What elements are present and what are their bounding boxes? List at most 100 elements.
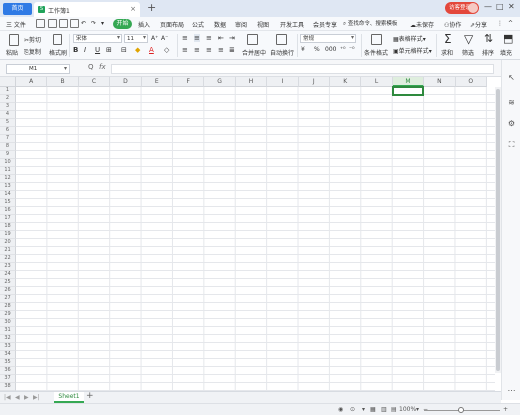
menu-tab-home[interactable]: 开始 <box>113 19 132 29</box>
normal-view-icon[interactable]: ▦ <box>370 406 376 413</box>
column-header[interactable]: K <box>330 77 362 87</box>
first-sheet-icon[interactable]: |◀ <box>4 394 11 401</box>
row-header[interactable]: 7 <box>0 135 16 143</box>
sum-button[interactable]: 求和 <box>441 48 453 57</box>
paste-icon[interactable] <box>9 34 19 46</box>
column-header[interactable]: B <box>47 77 79 87</box>
eye-protection-icon[interactable]: ◉ <box>338 406 343 413</box>
page-layout-view-icon[interactable]: ▥ <box>381 406 387 413</box>
row-header[interactable]: 38 <box>0 383 16 391</box>
select-all-corner[interactable] <box>0 77 16 87</box>
justify-icon[interactable]: ≡ <box>218 46 224 54</box>
row-header[interactable]: 3 <box>0 103 16 111</box>
font-size-select[interactable]: 11 <box>124 34 148 43</box>
align-bottom-icon[interactable]: ≡ <box>206 34 212 42</box>
row-header[interactable]: 12 <box>0 175 16 183</box>
row-header[interactable]: 31 <box>0 327 16 335</box>
row-header[interactable]: 37 <box>0 375 16 383</box>
format-painter-button[interactable]: 格式刷 <box>49 48 67 57</box>
decimal-increase-icon[interactable]: ⁺⁰ <box>340 46 346 53</box>
new-tab-button[interactable]: + <box>147 1 156 14</box>
menu-tab-member[interactable]: 会员专享 <box>313 20 337 29</box>
row-header[interactable]: 32 <box>0 335 16 343</box>
row-header[interactable]: 22 <box>0 255 16 263</box>
row-header[interactable]: 11 <box>0 167 16 175</box>
backup-icon[interactable]: ⛶ <box>507 140 516 149</box>
zoom-in-button[interactable]: + <box>503 406 508 413</box>
menu-tab-insert[interactable]: 插入 <box>138 20 150 29</box>
row-header[interactable]: 16 <box>0 207 16 215</box>
export-icon[interactable] <box>48 19 57 28</box>
underline-button[interactable]: U <box>95 46 100 54</box>
row-header[interactable]: 19 <box>0 231 16 239</box>
format-painter-icon[interactable] <box>53 34 62 45</box>
save-icon[interactable] <box>36 19 45 28</box>
file-menu[interactable]: 三 文件 <box>6 20 26 29</box>
cell-style-button[interactable]: ▣单元格样式▾ <box>393 46 432 55</box>
currency-button[interactable]: ¥ <box>301 46 305 53</box>
document-tab[interactable]: S 工作簿1 × <box>34 2 140 17</box>
align-right-icon[interactable]: ≡ <box>206 46 212 54</box>
row-header[interactable]: 35 <box>0 359 16 367</box>
row-header[interactable]: 8 <box>0 143 16 151</box>
name-box[interactable]: M1 <box>6 64 70 74</box>
font-name-select[interactable]: 宋体 <box>73 34 122 43</box>
zoom-level[interactable]: 100% <box>399 406 416 413</box>
expand-panel-icon[interactable]: ⋯ <box>507 386 516 395</box>
column-header[interactable]: A <box>16 77 48 87</box>
row-header[interactable]: 18 <box>0 223 16 231</box>
menu-tab-page-layout[interactable]: 页面布局 <box>160 20 184 29</box>
collapse-ribbon-icon[interactable]: ^ <box>508 20 513 27</box>
row-header[interactable]: 5 <box>0 119 16 127</box>
insert-function-button[interactable]: fx <box>99 63 106 71</box>
zoom-slider-handle[interactable] <box>458 407 464 413</box>
row-header[interactable]: 28 <box>0 303 16 311</box>
row-header[interactable]: 30 <box>0 319 16 327</box>
cell-area[interactable] <box>16 87 495 391</box>
fill-color-icon[interactable]: ◆ <box>135 46 140 54</box>
row-header[interactable]: 20 <box>0 239 16 247</box>
share-button[interactable]: ⇗分享 <box>470 20 487 29</box>
spreadsheet-grid[interactable]: ABCDEFGHIJKLMNO 1 2 3 4 5 6 7 8 9 10 11 12 13 14 15 16 1… <box>0 77 495 391</box>
percent-button[interactable]: % <box>314 46 320 53</box>
row-header[interactable]: 9 <box>0 151 16 159</box>
column-header[interactable]: J <box>298 77 330 87</box>
paste-button[interactable]: 粘贴 <box>6 48 18 57</box>
merge-center-button[interactable]: 合并居中 <box>242 48 266 57</box>
merge-center-icon[interactable] <box>247 34 258 45</box>
filter-button[interactable]: 筛选 <box>462 48 474 57</box>
next-sheet-icon[interactable]: ▶ <box>24 394 29 401</box>
select-pointer-icon[interactable]: ↖ <box>507 73 516 82</box>
property-panel-icon[interactable]: ≋ <box>507 98 516 107</box>
column-header[interactable]: H <box>235 77 268 87</box>
maximize-icon[interactable]: □ <box>496 2 504 11</box>
undo-icon[interactable]: ↶ <box>81 20 86 27</box>
align-middle-icon[interactable]: ≡ <box>194 34 200 42</box>
row-header[interactable]: 1 <box>0 87 16 95</box>
align-top-icon[interactable]: ≡ <box>182 34 188 42</box>
distribute-icon[interactable]: ≣ <box>229 46 235 54</box>
table-style-button[interactable]: ▦表格样式▾ <box>393 34 426 43</box>
command-search[interactable]: ⌕ 查找命令、搜索模板 <box>343 19 403 29</box>
row-header[interactable]: 25 <box>0 279 16 287</box>
redo-icon[interactable]: ↷ <box>91 20 96 27</box>
row-header[interactable]: 29 <box>0 311 16 319</box>
page-break-view-icon[interactable]: ▤ <box>391 406 397 413</box>
column-header[interactable]: F <box>173 77 205 87</box>
zoom-dropdown-icon[interactable]: ▾ <box>416 406 419 413</box>
row-header[interactable]: 21 <box>0 247 16 255</box>
indent-decrease-icon[interactable]: ⇤ <box>218 34 224 42</box>
row-header[interactable]: 4 <box>0 111 16 119</box>
collaborate-button[interactable]: ⚇协作 <box>444 20 461 29</box>
merge-cells-icon[interactable]: ⊟ <box>121 46 127 54</box>
column-header[interactable]: L <box>361 77 393 87</box>
login-button[interactable]: 访客登录 <box>445 2 479 14</box>
fill-icon[interactable]: ⬒ <box>503 32 513 45</box>
fill-button[interactable]: 填充 <box>500 48 512 57</box>
column-header[interactable]: E <box>141 77 173 87</box>
column-header[interactable]: D <box>110 77 142 87</box>
row-header[interactable]: 13 <box>0 183 16 191</box>
row-header[interactable]: 26 <box>0 287 16 295</box>
row-header[interactable]: 23 <box>0 263 16 271</box>
menu-tab-developer[interactable]: 开发工具 <box>280 20 304 29</box>
